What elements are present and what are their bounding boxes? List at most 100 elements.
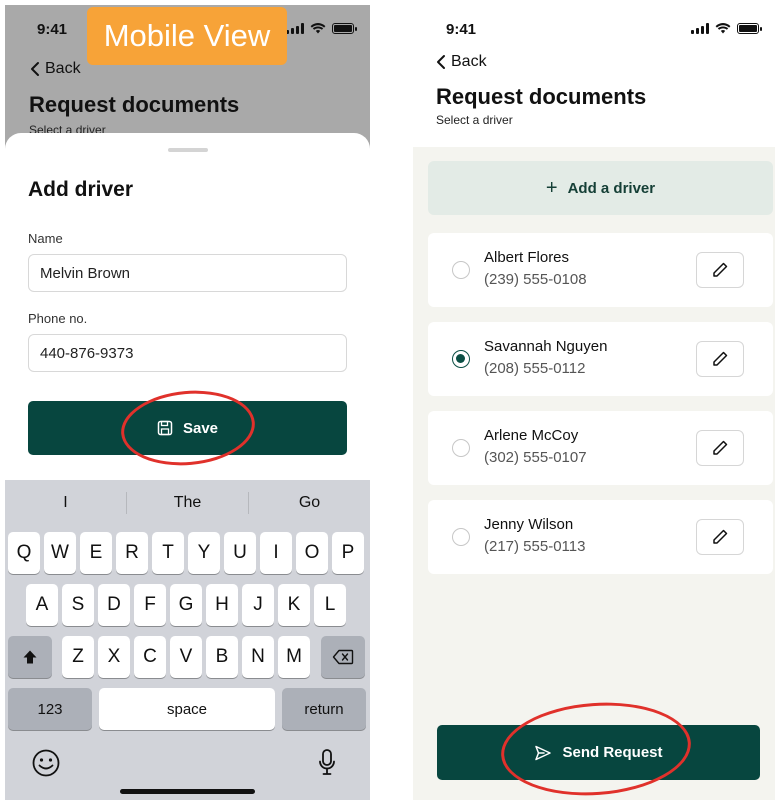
- shift-key[interactable]: [8, 636, 52, 678]
- status-icons: [691, 22, 762, 34]
- chevron-left-icon: [437, 55, 445, 69]
- keyboard: I The Go Q W E R T Y U I O P A S D F G H…: [5, 480, 370, 800]
- key[interactable]: T: [152, 532, 184, 574]
- chevron-left-icon: [31, 62, 39, 76]
- shift-icon: [23, 650, 37, 664]
- status-icons: [286, 22, 357, 34]
- driver-card[interactable]: Jenny Wilson (217) 555-0113: [428, 500, 773, 574]
- driver-name: Savannah Nguyen: [484, 338, 608, 355]
- driver-phone: (208) 555-0112: [484, 360, 586, 377]
- key[interactable]: L: [314, 584, 346, 626]
- key[interactable]: K: [278, 584, 310, 626]
- key[interactable]: U: [224, 532, 256, 574]
- key[interactable]: D: [98, 584, 130, 626]
- key[interactable]: J: [242, 584, 274, 626]
- name-label: Name: [28, 231, 63, 246]
- microphone-icon[interactable]: [318, 748, 336, 778]
- suggestion-item[interactable]: The: [127, 480, 248, 526]
- backspace-key[interactable]: [321, 636, 365, 678]
- page-title: Request documents: [29, 92, 240, 117]
- edit-driver-button[interactable]: [696, 519, 744, 555]
- annotation-label: Mobile View: [87, 7, 287, 65]
- add-driver-sheet: Add driver Name Phone no. Save: [5, 133, 370, 485]
- back-label: Back: [451, 53, 487, 70]
- backspace-icon: [332, 649, 354, 665]
- add-driver-button[interactable]: + Add a driver: [428, 161, 773, 215]
- status-time: 9:41: [446, 21, 477, 38]
- key[interactable]: H: [206, 584, 238, 626]
- save-icon: [157, 420, 173, 436]
- send-request-button[interactable]: Send Request: [437, 725, 760, 780]
- key[interactable]: I: [260, 532, 292, 574]
- back-button[interactable]: Back: [435, 53, 487, 71]
- send-request-label: Send Request: [562, 744, 663, 761]
- key[interactable]: A: [26, 584, 58, 626]
- sheet-grabber[interactable]: [168, 148, 208, 152]
- plus-icon: +: [545, 176, 558, 199]
- edit-driver-button[interactable]: [696, 430, 744, 466]
- key[interactable]: N: [242, 636, 274, 678]
- key[interactable]: O: [296, 532, 328, 574]
- edit-driver-button[interactable]: [696, 252, 744, 288]
- driver-radio[interactable]: [452, 439, 470, 457]
- wifi-icon: [715, 23, 731, 34]
- key[interactable]: X: [98, 636, 130, 678]
- key[interactable]: W: [44, 532, 76, 574]
- phone-label: Phone no.: [28, 311, 88, 326]
- driver-name: Jenny Wilson: [484, 516, 574, 533]
- pencil-icon: [713, 262, 728, 277]
- status-time: 9:41: [37, 21, 68, 38]
- page-title: Request documents: [436, 84, 647, 109]
- pencil-icon: [713, 529, 728, 544]
- right-phone-screen: 9:41 Back Request documents Select a dri…: [413, 5, 775, 800]
- key[interactable]: E: [80, 532, 112, 574]
- left-phone-screen: 9:41 Back Request documents Select a dri…: [5, 5, 370, 800]
- key[interactable]: B: [206, 636, 238, 678]
- key[interactable]: F: [134, 584, 166, 626]
- key[interactable]: S: [62, 584, 94, 626]
- suggestion-item[interactable]: Go: [249, 480, 370, 526]
- battery-icon: [737, 22, 762, 34]
- keyboard-suggestions: I The Go: [5, 480, 370, 526]
- save-label: Save: [182, 419, 219, 437]
- emoji-icon[interactable]: [31, 748, 61, 778]
- key[interactable]: G: [170, 584, 202, 626]
- sheet-title: Add driver: [28, 178, 134, 201]
- driver-card[interactable]: Savannah Nguyen (208) 555-0112: [428, 322, 773, 396]
- key[interactable]: Y: [188, 532, 220, 574]
- key[interactable]: C: [134, 636, 166, 678]
- space-key[interactable]: space: [99, 688, 275, 730]
- back-label: Back: [45, 60, 81, 77]
- signal-icon: [286, 22, 304, 34]
- key[interactable]: Q: [8, 532, 40, 574]
- driver-radio[interactable]: [452, 528, 470, 546]
- home-indicator: [120, 789, 255, 794]
- driver-name: Albert Flores: [484, 249, 570, 266]
- key[interactable]: M: [278, 636, 310, 678]
- send-icon: [535, 745, 552, 760]
- save-button[interactable]: Save: [28, 401, 347, 455]
- key[interactable]: Z: [62, 636, 94, 678]
- signal-icon: [691, 22, 709, 34]
- page-subtitle: Select a driver: [436, 113, 513, 127]
- driver-phone: (217) 555-0113: [484, 538, 586, 555]
- key[interactable]: P: [332, 532, 364, 574]
- edit-driver-button[interactable]: [696, 341, 744, 377]
- back-button[interactable]: Back: [29, 60, 81, 78]
- phone-input[interactable]: [28, 334, 347, 372]
- driver-radio[interactable]: [452, 350, 470, 368]
- pencil-icon: [713, 440, 728, 455]
- add-driver-label: Add a driver: [567, 179, 656, 197]
- return-key[interactable]: return: [282, 688, 366, 730]
- driver-card[interactable]: Albert Flores (239) 555-0108: [428, 233, 773, 307]
- numbers-key[interactable]: 123: [8, 688, 92, 730]
- driver-phone: (302) 555-0107: [484, 449, 587, 466]
- driver-card[interactable]: Arlene McCoy (302) 555-0107: [428, 411, 773, 485]
- battery-icon: [332, 22, 357, 34]
- name-input[interactable]: [28, 254, 347, 292]
- key[interactable]: R: [116, 532, 148, 574]
- driver-radio[interactable]: [452, 261, 470, 279]
- suggestion-item[interactable]: I: [5, 480, 126, 526]
- status-bar: 9:41: [413, 5, 775, 49]
- key[interactable]: V: [170, 636, 202, 678]
